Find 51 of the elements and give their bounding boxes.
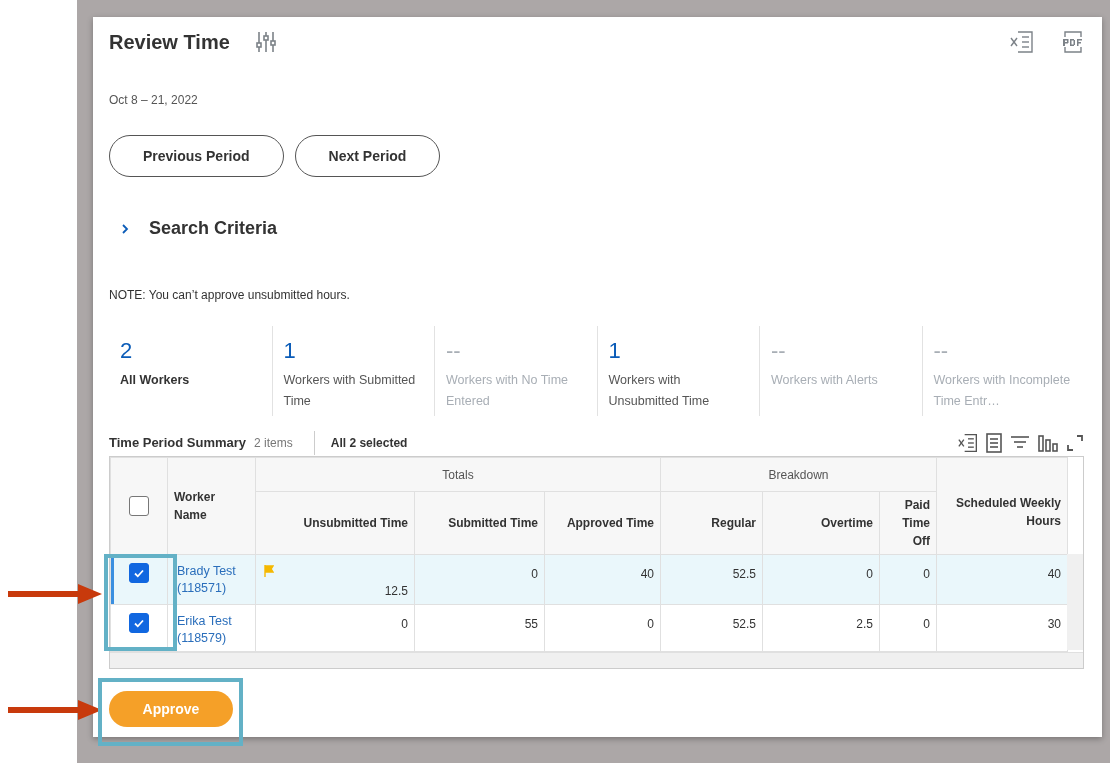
excel-export-icon[interactable]	[1010, 31, 1034, 53]
filter-tile[interactable]: 1 Workers with Submitted Time	[271, 326, 434, 416]
bar-chart-icon[interactable]	[1038, 434, 1058, 452]
expand-icon[interactable]	[1066, 434, 1084, 452]
table-cell: 0	[401, 617, 408, 631]
table-cell: 0	[866, 567, 873, 581]
column-header: Breakdown	[660, 457, 937, 492]
note-text: NOTE: You can’t approve unsubmitted hours.	[109, 287, 351, 304]
column-header: Scheduled Weekly Hours	[936, 457, 1068, 555]
item-count: 2 items	[254, 435, 293, 452]
selection-count: All 2 selected	[330, 435, 408, 452]
checkbox[interactable]	[129, 563, 149, 583]
column-header: Approved Time	[544, 491, 661, 555]
page-title: Review Time	[109, 30, 230, 54]
table-cell: 40	[640, 567, 654, 581]
chevron-icon[interactable]	[119, 222, 131, 235]
period-button[interactable]: Previous Period	[109, 135, 284, 177]
date-range: Oct 8 – 21, 2022	[109, 92, 199, 109]
table-view-icon[interactable]	[986, 433, 1002, 453]
filter-icon[interactable]	[1010, 435, 1030, 451]
column-header: Unsubmitted Time	[255, 491, 415, 555]
column-header: Worker Name	[167, 457, 256, 555]
filter-tile[interactable]: 1 Workers with Unsubmitted Time	[596, 326, 759, 416]
column-header: Submitted Time	[414, 491, 545, 555]
excel-export-icon[interactable]	[958, 433, 978, 453]
settings-icon[interactable]	[255, 31, 276, 53]
table-cell: 2.5	[856, 617, 873, 631]
column-header: Regular	[660, 491, 763, 555]
section-toggle[interactable]: Search Criteria	[149, 215, 278, 242]
table-cell: 0	[531, 567, 538, 581]
checkbox[interactable]	[129, 613, 149, 633]
table-cell-text: 12.5	[384, 583, 408, 600]
table-cell: 52.5	[732, 617, 756, 631]
table-cell: 55	[524, 617, 538, 631]
table-cell: 30	[1047, 617, 1062, 631]
column-header: Totals	[255, 457, 661, 492]
filter-tile[interactable]: 2 All Workers	[109, 326, 272, 416]
table-cell: 0	[647, 617, 654, 631]
horizontal-scrollbar[interactable]	[110, 652, 1083, 668]
row-select-cell[interactable]	[110, 604, 168, 652]
checkbox[interactable]	[129, 496, 149, 516]
pdf-export-icon[interactable]	[1062, 31, 1084, 53]
column-header: Overtime	[762, 491, 880, 555]
table-cell: 52.5	[732, 567, 756, 581]
vertical-scrollbar[interactable]	[1067, 554, 1083, 650]
table-cell: 0	[923, 567, 931, 581]
column-header: Paid Time Off	[879, 491, 937, 555]
table-cell: 0	[923, 617, 931, 631]
summary-title: Time Period Summary	[109, 434, 247, 453]
table-cell: 40	[1047, 567, 1062, 581]
period-button[interactable]: Next Period	[294, 135, 441, 177]
